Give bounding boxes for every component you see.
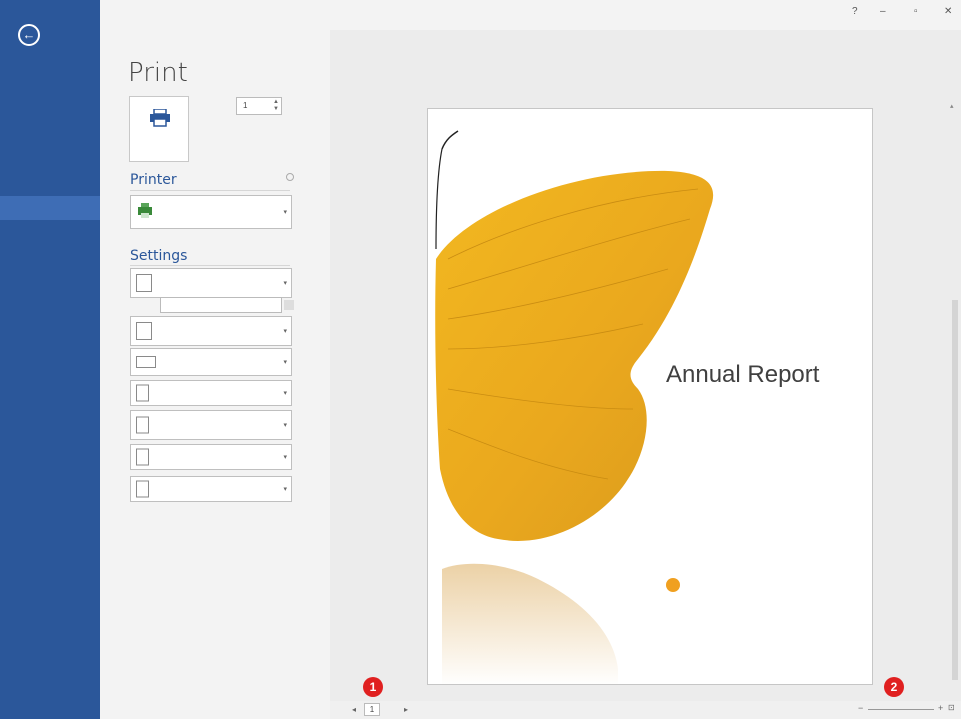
sidebar-item-5[interactable] xyxy=(0,170,100,194)
sidebar-item-3[interactable] xyxy=(0,116,100,140)
pages-info-icon[interactable] xyxy=(284,300,294,310)
chevron-down-icon: ▾ xyxy=(283,422,287,429)
sidebar-item-2[interactable] xyxy=(0,90,100,114)
sidebar-item-1[interactable] xyxy=(0,64,100,88)
copies-spinner[interactable]: ▲ ▼ xyxy=(273,99,279,113)
sidebar-item-8[interactable] xyxy=(0,250,100,274)
settings-heading: Settings xyxy=(130,248,188,264)
restore-icon[interactable]: ▫ xyxy=(914,6,918,17)
margins-icon xyxy=(136,448,149,466)
sides-icon xyxy=(136,322,152,340)
chevron-down-icon: ▾ xyxy=(283,486,287,493)
info-icon[interactable] xyxy=(286,173,294,181)
chevron-down-icon: ▾ xyxy=(283,328,287,335)
settings-divider xyxy=(130,265,290,266)
chevron-down-icon: ▾ xyxy=(283,454,287,461)
orientation-icon xyxy=(136,384,149,402)
close-icon[interactable]: ✕ xyxy=(944,6,952,17)
sidebar-item-9[interactable] xyxy=(0,278,100,302)
chevron-down-icon: ▾ xyxy=(283,280,287,287)
butterfly-image xyxy=(435,130,714,684)
chevron-down-icon: ▾ xyxy=(283,209,287,216)
printer-divider xyxy=(130,190,290,191)
chevron-down-icon: ▾ xyxy=(283,359,287,366)
logo-dot xyxy=(666,578,680,592)
sidebar-item-4[interactable] xyxy=(0,142,100,166)
sidebar-item-10[interactable] xyxy=(0,322,100,346)
pages-input[interactable] xyxy=(160,297,282,313)
scroll-up-icon[interactable]: ▴ xyxy=(950,102,954,110)
paper-size-select[interactable]: ▾ xyxy=(130,410,292,440)
current-page-input[interactable]: 1 xyxy=(364,703,380,716)
printer-status-icon xyxy=(138,203,152,218)
printer-icon xyxy=(150,109,170,127)
minimize-icon[interactable]: – xyxy=(880,6,886,17)
page-title: Print xyxy=(128,58,188,88)
preview-page: Annual Report xyxy=(427,108,873,685)
chevron-down-icon: ▾ xyxy=(283,390,287,397)
help-icon[interactable]: ? xyxy=(852,6,858,17)
backstage-sidebar: ← xyxy=(0,0,100,719)
status-bar xyxy=(330,701,961,719)
print-range-select[interactable]: ▾ xyxy=(130,268,292,298)
printer-select[interactable]: ▾ xyxy=(130,195,292,229)
sidebar-item-7[interactable] xyxy=(0,224,100,248)
sidebar-item-12[interactable] xyxy=(0,376,100,400)
copies-input[interactable]: 1 ▲ ▼ xyxy=(236,97,282,115)
back-arrow-icon[interactable]: ← xyxy=(18,24,40,46)
pages-per-sheet-select[interactable]: ▾ xyxy=(130,476,292,502)
report-title: Annual Report xyxy=(666,361,820,388)
scrollbar-thumb[interactable] xyxy=(952,300,958,680)
sides-select[interactable]: ▾ xyxy=(130,316,292,346)
printer-heading: Printer xyxy=(130,172,177,188)
pages-per-sheet-icon xyxy=(136,480,149,498)
copies-value: 1 xyxy=(243,101,248,110)
callout-marker-2: 2 xyxy=(884,677,904,697)
paper-size-icon xyxy=(136,416,149,434)
print-range-icon xyxy=(136,274,152,292)
next-page-button[interactable]: ▸ xyxy=(404,705,408,714)
zoom-out-button[interactable]: − xyxy=(858,703,863,713)
zoom-slider[interactable] xyxy=(868,709,934,710)
zoom-in-button[interactable]: + xyxy=(938,703,943,713)
zoom-to-page-icon[interactable]: ⊡ xyxy=(948,703,955,712)
margins-select[interactable]: ▾ xyxy=(130,444,292,470)
print-button[interactable] xyxy=(129,96,189,162)
orientation-select[interactable]: ▾ xyxy=(130,380,292,406)
collation-select[interactable]: ▾ xyxy=(130,348,292,376)
sidebar-item-active[interactable] xyxy=(0,196,100,220)
title-bar xyxy=(100,0,961,30)
previous-page-button[interactable]: ◂ xyxy=(352,705,356,714)
collation-icon xyxy=(136,356,156,368)
callout-marker-1: 1 xyxy=(363,677,383,697)
sidebar-item-11[interactable] xyxy=(0,350,100,374)
